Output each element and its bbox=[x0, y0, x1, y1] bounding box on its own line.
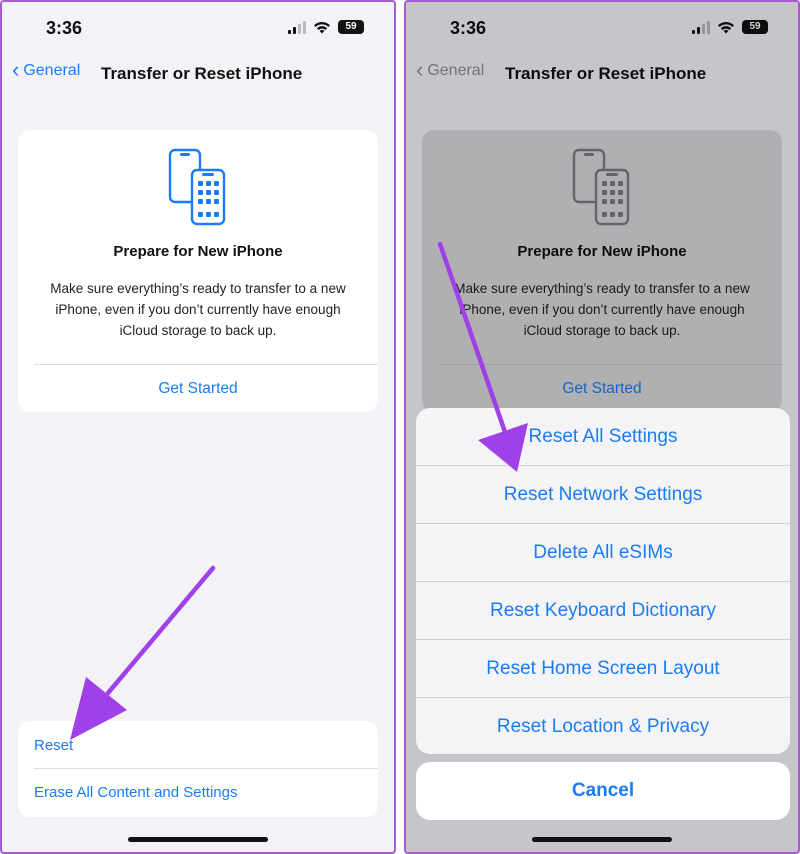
divider bbox=[34, 768, 378, 769]
cancel-button[interactable]: Cancel bbox=[416, 762, 790, 820]
reset-keyboard-dictionary-button[interactable]: Reset Keyboard Dictionary bbox=[416, 582, 790, 640]
navigation-bar: ‹ General Transfer or Reset iPhone bbox=[2, 57, 394, 88]
card-description: Make sure everything’s ready to transfer… bbox=[50, 281, 346, 338]
phones-transfer-icon bbox=[168, 148, 226, 226]
reset-all-settings-button[interactable]: Reset All Settings bbox=[416, 408, 790, 466]
reset-network-settings-button[interactable]: Reset Network Settings bbox=[416, 466, 790, 524]
right-screen: 3:36 59 ‹ General Transfer or Reset iPho… bbox=[404, 0, 800, 854]
cellular-signal-icon bbox=[288, 20, 306, 34]
get-started-button[interactable]: Get Started bbox=[18, 380, 378, 398]
reset-action-sheet: Reset All Settings Reset Network Setting… bbox=[416, 408, 790, 754]
home-indicator bbox=[128, 837, 268, 842]
reset-location-privacy-button[interactable]: Reset Location & Privacy bbox=[416, 698, 790, 754]
battery-icon: 59 bbox=[338, 20, 364, 34]
back-button[interactable]: ‹ General bbox=[12, 57, 81, 82]
card-title: Prepare for New iPhone bbox=[113, 243, 283, 260]
status-bar: 3:36 59 bbox=[2, 16, 394, 42]
wifi-icon bbox=[314, 21, 330, 33]
chevron-left-icon: ‹ bbox=[12, 57, 20, 82]
reset-button[interactable]: Reset bbox=[34, 737, 73, 754]
divider bbox=[34, 364, 378, 365]
reset-home-screen-layout-button[interactable]: Reset Home Screen Layout bbox=[416, 640, 790, 698]
back-label: General bbox=[23, 62, 81, 79]
erase-all-button[interactable]: Erase All Content and Settings bbox=[34, 784, 237, 801]
prepare-card: Prepare for New iPhone Make sure everyth… bbox=[18, 130, 378, 412]
status-time: 3:36 bbox=[46, 18, 83, 38]
reset-options-list: Reset Erase All Content and Settings bbox=[18, 721, 378, 817]
delete-all-esims-button[interactable]: Delete All eSIMs bbox=[416, 524, 790, 582]
status-icons: 59 bbox=[288, 20, 364, 34]
page-title: Transfer or Reset iPhone bbox=[101, 64, 303, 83]
left-screen: 3:36 59 ‹ General Transfer or Reset iPho… bbox=[0, 0, 396, 854]
home-indicator bbox=[532, 837, 672, 842]
